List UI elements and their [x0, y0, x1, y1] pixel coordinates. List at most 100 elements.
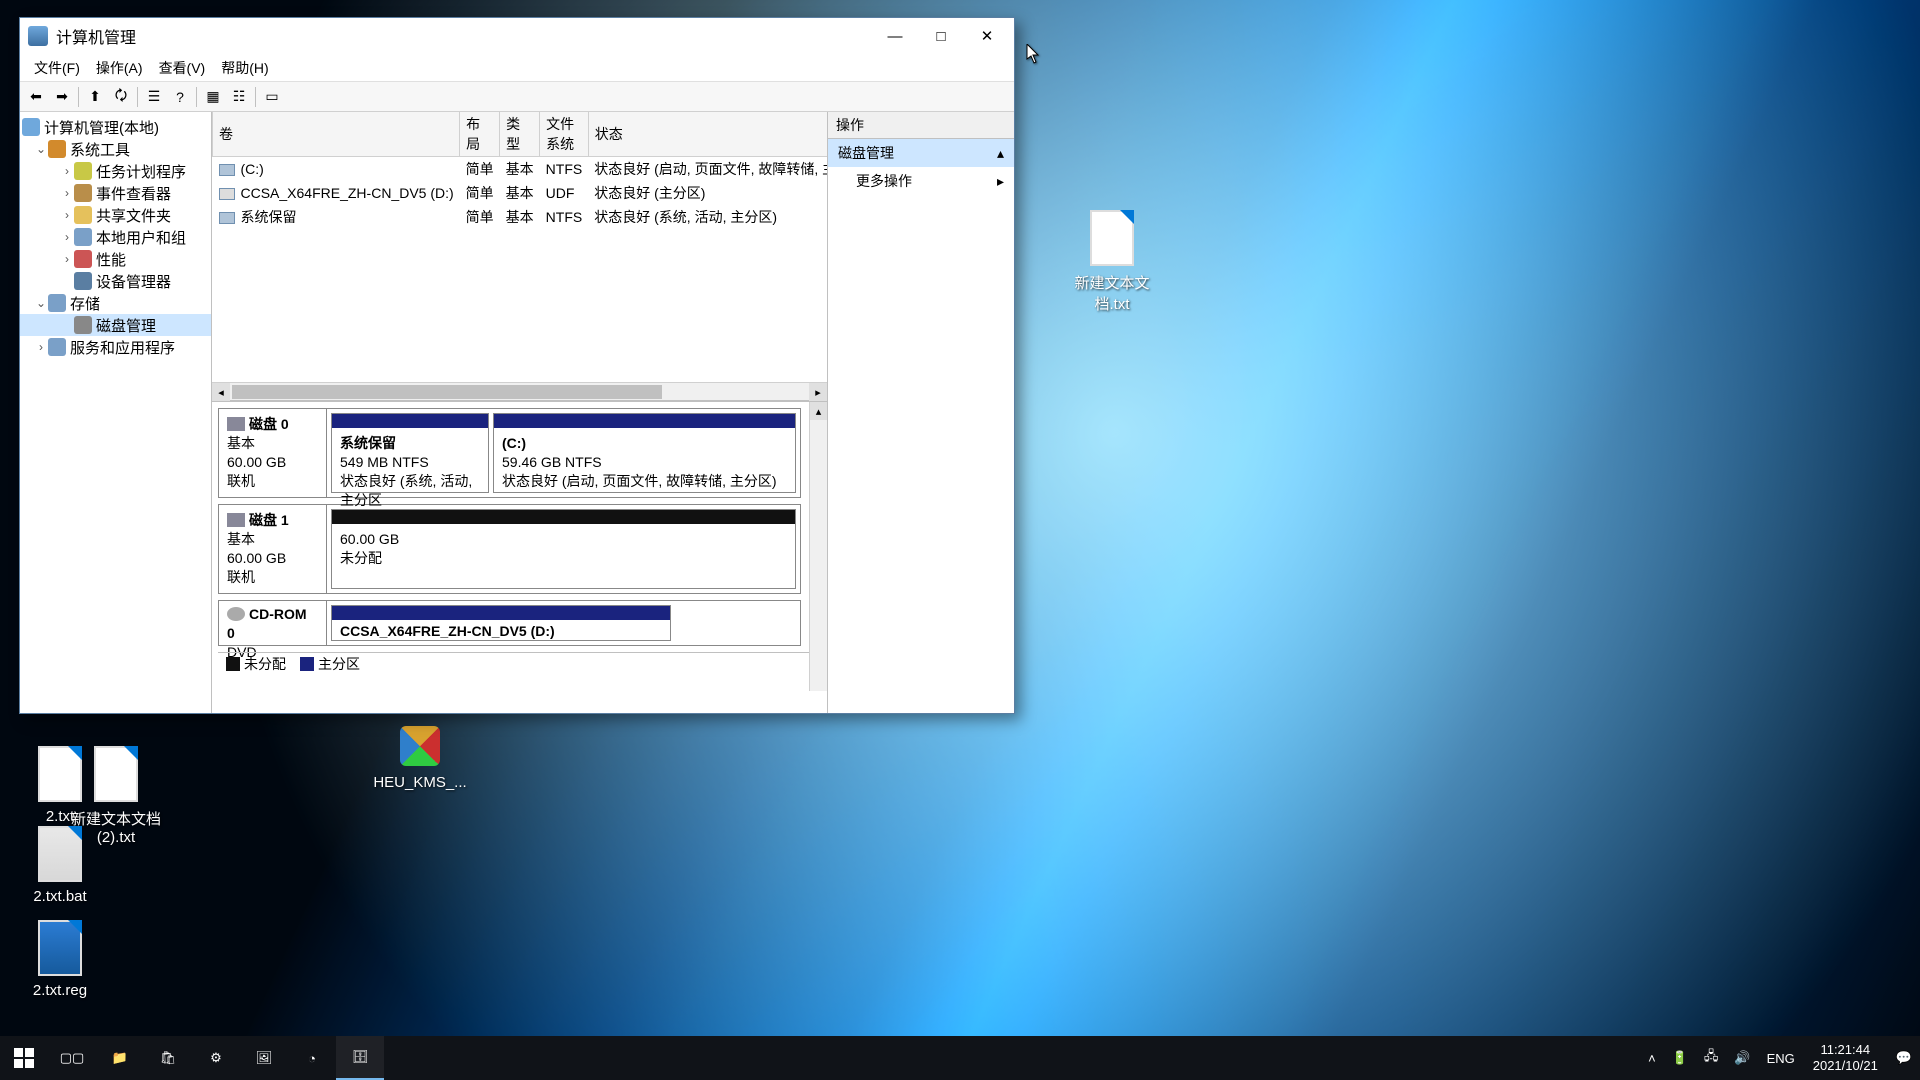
taskbar-app-2[interactable]: ◔ [288, 1036, 336, 1080]
up-button[interactable]: ⬆ [83, 85, 107, 109]
refresh-button[interactable]: 🗘 [109, 85, 133, 109]
back-button[interactable]: ⬅ [24, 85, 48, 109]
nav-tree[interactable]: 计算机管理(本地) ⌄系统工具 ›任务计划程序 ›事件查看器 ›共享文件夹 ›本… [20, 112, 212, 713]
tree-device-manager[interactable]: 设备管理器 [20, 270, 211, 292]
services-icon [48, 338, 66, 356]
volume-header-row[interactable]: 卷 布局 类型 文件系统 状态 容 [213, 112, 828, 157]
menu-help[interactable]: 帮助(H) [213, 58, 276, 78]
volume-row[interactable]: (C:) 简单 基本 NTFS 状态良好 (启动, 页面文件, 故障转储, 主分… [213, 157, 828, 182]
view-list-button[interactable]: ▦ [201, 85, 225, 109]
partition-c[interactable]: (C:)59.46 GB NTFS状态良好 (启动, 页面文件, 故障转储, 主… [493, 413, 796, 493]
storage-icon [48, 294, 66, 312]
scroll-up-button[interactable]: ▴ [810, 402, 827, 420]
expand-icon[interactable]: › [60, 186, 74, 200]
scroll-right-button[interactable]: ▸ [809, 383, 827, 401]
tree-services-apps[interactable]: ›服务和应用程序 [20, 336, 211, 358]
col-layout[interactable]: 布局 [460, 112, 500, 157]
actions-header: 操作 [828, 112, 1014, 139]
users-icon [74, 228, 92, 246]
regfile-icon [38, 920, 82, 976]
tray-network-icon[interactable]: 🖧 [1696, 1036, 1727, 1080]
col-status[interactable]: 状态 [588, 112, 827, 157]
expand-icon[interactable]: › [60, 164, 74, 178]
desktop-icon-reg[interactable]: 2.txt.reg [10, 920, 110, 999]
properties-button[interactable]: ☰ [142, 85, 166, 109]
toolbar[interactable]: ⬅ ➡ ⬆ 🗘 ☰ ? ▦ ☷ ▭ [20, 82, 1014, 112]
tree-performance[interactable]: ›性能 [20, 248, 211, 270]
settings-button[interactable]: ⚙ [192, 1036, 240, 1080]
tree-shared-folders[interactable]: ›共享文件夹 [20, 204, 211, 226]
taskbar[interactable]: ▢▢ 📁 🛍 ⚙ 🖼 ◔ 🗄 ˄ 🔋 🖧 🔊 ENG 11:21:44 2021… [0, 1036, 1920, 1080]
tray-date: 2021/10/21 [1813, 1058, 1878, 1073]
tray-language[interactable]: ENG [1759, 1036, 1803, 1080]
legend-swatch-primary [300, 657, 314, 671]
maximize-button[interactable]: □ [918, 18, 964, 54]
tray-clock[interactable]: 11:21:44 2021/10/21 [1803, 1042, 1888, 1075]
computer-management-window[interactable]: 计算机管理 — □ ✕ 文件(F) 操作(A) 查看(V) 帮助(H) ⬅ ➡ … [19, 17, 1015, 714]
scroll-left-button[interactable]: ◂ [212, 383, 230, 401]
start-button[interactable] [0, 1036, 48, 1080]
volume-row[interactable]: CCSA_X64FRE_ZH-CN_DV5 (D:) 简单 基本 UDF 状态良… [213, 181, 828, 205]
tray-volume-icon[interactable]: 🔊 [1726, 1036, 1758, 1080]
disk-info: 磁盘 0 基本60.00 GB联机 [219, 409, 327, 497]
tree-local-users[interactable]: ›本地用户和组 [20, 226, 211, 248]
forward-button[interactable]: ➡ [50, 85, 74, 109]
volume-icon [219, 212, 235, 224]
settings-button[interactable]: ▭ [260, 85, 284, 109]
expand-icon[interactable]: › [34, 340, 48, 354]
taskbar-app-1[interactable]: 🖼 [240, 1036, 288, 1080]
volume-row[interactable]: 系统保留 简单 基本 NTFS 状态良好 (系统, 活动, 主分区) 5 [213, 205, 828, 229]
tray-overflow-icon[interactable]: ˄ [1640, 1036, 1664, 1080]
titlebar[interactable]: 计算机管理 — □ ✕ [20, 18, 1014, 54]
clock-icon [74, 162, 92, 180]
tree-system-tools[interactable]: ⌄系统工具 [20, 138, 211, 160]
system-tray[interactable]: ˄ 🔋 🖧 🔊 ENG 11:21:44 2021/10/21 💬 [1640, 1036, 1920, 1080]
col-filesystem[interactable]: 文件系统 [540, 112, 589, 157]
expand-icon[interactable]: › [60, 252, 74, 266]
menu-view[interactable]: 查看(V) [151, 58, 214, 78]
collapse-icon[interactable]: ⌄ [34, 296, 48, 310]
tree-root[interactable]: 计算机管理(本地) [20, 116, 211, 138]
partition-stripe [332, 606, 670, 620]
col-type[interactable]: 类型 [500, 112, 540, 157]
taskbar-mmc[interactable]: 🗄 [336, 1036, 384, 1080]
diskmap-vscrollbar[interactable]: ▴ [809, 402, 827, 691]
collapse-icon[interactable]: ⌄ [34, 142, 48, 156]
tree-event-viewer[interactable]: ›事件查看器 [20, 182, 211, 204]
tree-task-scheduler[interactable]: ›任务计划程序 [20, 160, 211, 182]
partition-dvd[interactable]: CCSA_X64FRE_ZH-CN_DV5 (D:) [331, 605, 671, 641]
store-button[interactable]: 🛍 [144, 1036, 192, 1080]
window-title: 计算机管理 [56, 24, 872, 48]
disk-row-1[interactable]: 磁盘 1 基本60.00 GB联机 60.00 GB未分配 [218, 504, 801, 594]
help-button[interactable]: ? [168, 85, 192, 109]
desktop-icon-newdoc[interactable]: 新建文本文档.txt [1062, 210, 1162, 314]
col-volume[interactable]: 卷 [213, 112, 460, 157]
action-center-button[interactable]: 💬 [1888, 1036, 1920, 1080]
disk-row-cdrom[interactable]: CD-ROM 0 DVD CCSA_X64FRE_ZH-CN_DV5 (D:) [218, 600, 801, 646]
close-button[interactable]: ✕ [964, 18, 1010, 54]
desktop-icon-heu-kms[interactable]: HEU_KMS_... [370, 726, 470, 791]
action-disk-management[interactable]: 磁盘管理▴ [828, 139, 1014, 167]
desktop-icon-bat[interactable]: 2.txt.bat [10, 826, 110, 905]
expand-icon[interactable]: › [60, 230, 74, 244]
minimize-button[interactable]: — [872, 18, 918, 54]
partition-system-reserved[interactable]: 系统保留549 MB NTFS状态良好 (系统, 活动, 主分区 [331, 413, 489, 493]
menubar[interactable]: 文件(F) 操作(A) 查看(V) 帮助(H) [20, 54, 1014, 82]
tree-storage[interactable]: ⌄存储 [20, 292, 211, 314]
menu-file[interactable]: 文件(F) [26, 58, 88, 78]
textfile-icon [94, 746, 138, 802]
volume-list-hscrollbar[interactable]: ◂ ▸ [212, 382, 827, 400]
file-explorer-button[interactable]: 📁 [96, 1036, 144, 1080]
tray-battery-icon[interactable]: 🔋 [1664, 1036, 1696, 1080]
view-detail-button[interactable]: ☷ [227, 85, 251, 109]
expand-icon[interactable]: › [60, 208, 74, 222]
disk-row-0[interactable]: 磁盘 0 基本60.00 GB联机 系统保留549 MB NTFS状态良好 (系… [218, 408, 801, 498]
volume-list[interactable]: 卷 布局 类型 文件系统 状态 容 (C:) 简单 基本 [212, 112, 827, 382]
task-view-button[interactable]: ▢▢ [48, 1036, 96, 1080]
dvd-icon [219, 188, 235, 200]
tree-disk-management[interactable]: 磁盘管理 [20, 314, 211, 336]
partition-unallocated[interactable]: 60.00 GB未分配 [331, 509, 796, 589]
menu-action[interactable]: 操作(A) [88, 58, 151, 78]
action-more[interactable]: 更多操作▸ [828, 167, 1014, 195]
scroll-thumb[interactable] [232, 385, 662, 399]
